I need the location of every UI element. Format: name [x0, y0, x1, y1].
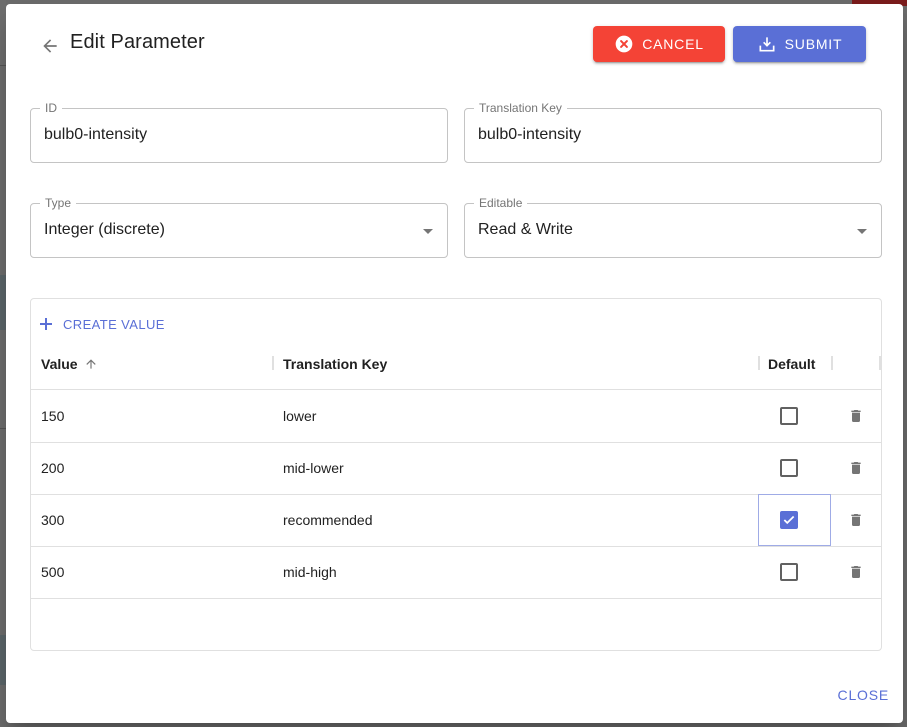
translation-key-field-label: Translation Key [474, 101, 567, 115]
editable-select-value: Read & Write [478, 221, 573, 238]
table-header: Value Translation Key Default [31, 339, 881, 390]
editable-select[interactable]: Editable Read & Write [464, 196, 882, 258]
dialog-header: Edit Parameter CANCEL SUBMIT [6, 4, 903, 84]
column-header-default-label: Default [768, 356, 816, 372]
delete-icon[interactable] [848, 407, 864, 425]
column-header-value[interactable]: Value [41, 339, 98, 389]
column-separator[interactable] [879, 356, 881, 370]
translation-key-field[interactable]: Translation Key bulb0-intensity [464, 101, 882, 163]
id-field-value: bulb0-intensity [44, 126, 148, 143]
cell-translation-key: recommended [283, 512, 373, 528]
default-checkbox[interactable] [780, 459, 798, 477]
default-checkbox[interactable] [780, 563, 798, 581]
column-header-value-label: Value [41, 356, 78, 372]
type-select[interactable]: Type Integer (discrete) [30, 196, 448, 258]
table-row[interactable]: 200 mid-lower [31, 442, 881, 495]
column-separator[interactable] [831, 356, 833, 370]
type-select-value: Integer (discrete) [44, 221, 165, 238]
editable-select-label: Editable [474, 196, 528, 210]
cancel-button[interactable]: CANCEL [593, 26, 725, 62]
edit-parameter-dialog: Edit Parameter CANCEL SUBMIT ID bulb0-in… [6, 4, 903, 723]
delete-icon[interactable] [848, 459, 864, 477]
dropdown-arrow-icon [857, 229, 867, 234]
delete-icon[interactable] [848, 563, 864, 581]
dialog-title: Edit Parameter [70, 31, 205, 53]
check-icon [783, 515, 795, 525]
download-icon [759, 37, 775, 52]
create-value-button[interactable]: CREATE VALUE [39, 309, 165, 339]
default-checkbox[interactable] [780, 407, 798, 425]
cell-value: 150 [41, 408, 65, 424]
table-row[interactable]: 150 lower [31, 390, 881, 443]
column-separator[interactable] [758, 356, 760, 370]
cell-value: 300 [41, 512, 65, 528]
back-button[interactable] [36, 32, 64, 60]
values-table: CREATE VALUE Value Translation Key Defau… [30, 298, 882, 651]
plus-icon [40, 318, 52, 330]
table-row[interactable]: 300 recommended [31, 494, 881, 547]
cancel-circle-icon [615, 35, 633, 53]
cell-translation-key: mid-high [283, 564, 337, 580]
cell-value: 200 [41, 460, 65, 476]
column-header-translation-key[interactable]: Translation Key [283, 339, 387, 389]
default-checkbox[interactable] [780, 511, 798, 529]
create-value-label: CREATE VALUE [63, 316, 165, 332]
id-field-label: ID [40, 101, 62, 115]
type-select-label: Type [40, 196, 77, 210]
column-header-translation-key-label: Translation Key [283, 356, 388, 372]
cancel-label: CANCEL [642, 36, 704, 52]
submit-label: SUBMIT [784, 36, 843, 52]
cell-translation-key: lower [283, 408, 317, 424]
translation-key-field-value: bulb0-intensity [478, 126, 582, 143]
column-separator[interactable] [272, 356, 274, 370]
table-row[interactable]: 500 mid-high [31, 546, 881, 599]
close-button[interactable]: CLOSE [838, 687, 889, 703]
delete-icon[interactable] [848, 511, 864, 529]
sort-ascending-icon [85, 359, 96, 369]
arrow-back-icon [43, 39, 57, 53]
column-header-default[interactable]: Default [768, 339, 815, 389]
cell-value: 500 [41, 564, 65, 580]
id-field[interactable]: ID bulb0-intensity [30, 101, 448, 163]
submit-button[interactable]: SUBMIT [733, 26, 866, 62]
cell-translation-key: mid-lower [283, 460, 344, 476]
dropdown-arrow-icon [423, 229, 433, 234]
